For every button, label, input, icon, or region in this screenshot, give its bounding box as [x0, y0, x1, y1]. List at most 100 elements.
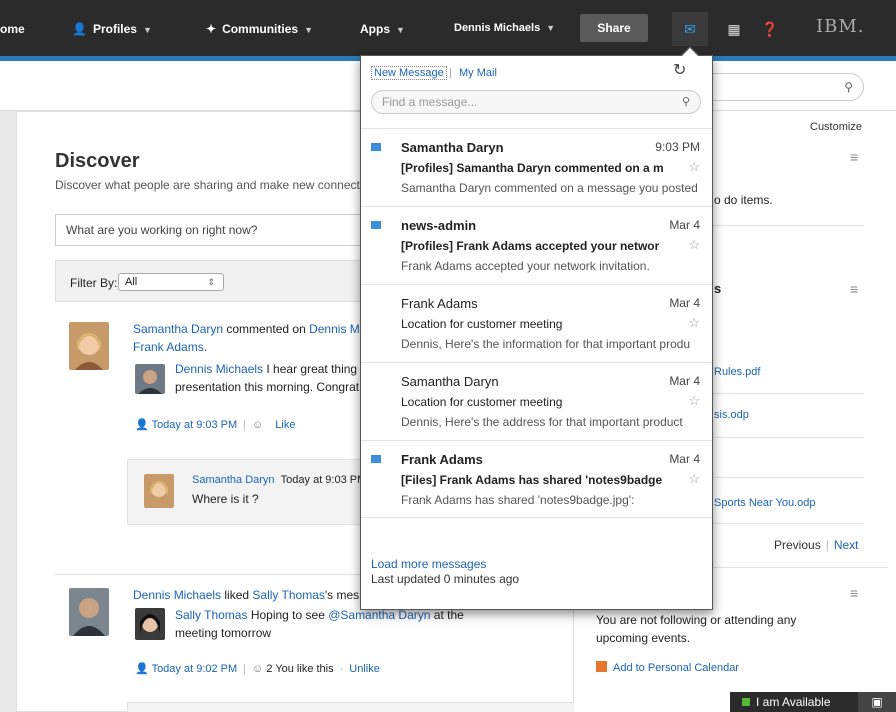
- star-icon[interactable]: ☆: [688, 237, 700, 253]
- global-search-input[interactable]: ⚲: [700, 73, 864, 101]
- filter-label: Filter By:: [70, 276, 118, 290]
- feed-target-link[interactable]: Dennis M: [309, 322, 360, 336]
- avatar-dennis-michaels[interactable]: [135, 364, 165, 394]
- nav-communities[interactable]: ✦ Communities ▼: [206, 22, 313, 36]
- unread-envelope-icon: [371, 221, 381, 229]
- mail-list-item[interactable]: Samantha Daryn 9:03 PM [Profiles] Samant…: [361, 128, 712, 206]
- nav-user-label: Dennis Michaels: [454, 22, 541, 34]
- quote-author-link[interactable]: Dennis Michaels: [175, 362, 263, 376]
- customize-link[interactable]: Customize: [810, 121, 862, 133]
- events-empty-text: You are not following or attending any: [596, 613, 797, 627]
- nav-apps-label: Apps: [360, 22, 390, 36]
- file-link[interactable]: sis.odp: [714, 409, 749, 421]
- avatar-samantha-daryn[interactable]: [144, 474, 174, 508]
- my-mail-link[interactable]: My Mail: [459, 67, 497, 79]
- apps-grid-icon[interactable]: ▦: [716, 12, 752, 46]
- mail-icon[interactable]: ✉: [672, 12, 708, 46]
- share-button[interactable]: Share: [580, 14, 648, 42]
- unlike-link[interactable]: Unlike: [349, 663, 380, 675]
- mail-list-item[interactable]: news-admin Mar 4 [Profiles] Frank Adams …: [361, 206, 712, 284]
- add-calendar-label: Add to Personal Calendar: [613, 662, 739, 674]
- nav-profiles[interactable]: 👤 Profiles ▼: [72, 22, 152, 36]
- feed-action-text: liked: [221, 588, 253, 602]
- star-icon[interactable]: ☆: [688, 159, 700, 175]
- mail-sender: Samantha Daryn: [401, 374, 499, 389]
- chat-status-bar[interactable]: I am Available ▣: [730, 692, 896, 712]
- feed-quote-line-1: Sally Thomas Hoping to see @Samantha Dar…: [175, 608, 464, 622]
- divider: |: [825, 538, 829, 552]
- mail-search-input[interactable]: Find a message... ⚲: [371, 90, 701, 114]
- refresh-icon[interactable]: ↻: [673, 60, 686, 80]
- add-calendar-link[interactable]: Add to Personal Calendar: [596, 661, 739, 674]
- nav-apps[interactable]: Apps ▼: [360, 22, 405, 36]
- quote-author-link[interactable]: Sally Thomas: [175, 608, 247, 622]
- load-more-link[interactable]: Load more messages: [371, 557, 486, 571]
- avatar-samantha-daryn[interactable]: [69, 322, 109, 370]
- feed-time-link[interactable]: Today at 9:03 PM: [152, 419, 238, 431]
- file-link[interactable]: Rules.pdf: [714, 366, 760, 378]
- feed-actor-link[interactable]: Dennis Michaels: [133, 588, 221, 602]
- file-divider: [694, 523, 864, 524]
- file-link[interactable]: Sports Near You.odp: [714, 497, 816, 509]
- mail-subject: [Files] Frank Adams has shared 'notes9ba…: [401, 473, 663, 487]
- mail-time: Mar 4: [669, 218, 700, 232]
- mail-list-item[interactable]: Frank Adams Mar 4 Location for customer …: [361, 284, 712, 362]
- new-message-link[interactable]: New Message: [371, 66, 447, 80]
- mail-preview: Dennis, Here's the address for that impo…: [401, 415, 683, 429]
- comment-header: Samantha Daryn Today at 9:03 PM: [192, 474, 366, 486]
- mail-popup: New Message | My Mail ↻ Find a message..…: [360, 46, 713, 610]
- rss-icon: [596, 661, 607, 672]
- mail-subject: Location for customer meeting: [401, 395, 563, 409]
- feed-item-headline-2: Frank Adams.: [133, 340, 207, 354]
- previous-link[interactable]: Previous: [774, 538, 821, 552]
- mention-link[interactable]: @Samantha Daryn: [328, 608, 430, 622]
- available-status-icon: [742, 698, 750, 706]
- feed-time-link[interactable]: Today at 9:02 PM: [152, 663, 238, 675]
- dot-separator: ·: [339, 663, 344, 675]
- comment-text: Where is it ?: [192, 492, 259, 506]
- filter-select[interactable]: All ⇕: [118, 273, 224, 291]
- mail-list-item[interactable]: Samantha Daryn Mar 4 Location for custom…: [361, 362, 712, 440]
- star-icon[interactable]: ☆: [688, 315, 700, 331]
- page-title: Discover: [55, 150, 140, 172]
- mail-list-item[interactable]: Frank Adams Mar 4 [Files] Frank Adams ha…: [361, 440, 712, 518]
- widget-menu-icon[interactable]: ≡: [850, 585, 858, 601]
- nav-user-menu[interactable]: Dennis Michaels ▼: [454, 22, 555, 34]
- file-divider: [694, 437, 864, 438]
- pagination: Previous | Next: [774, 538, 859, 552]
- mail-preview: Dennis, Here's the information for that …: [401, 337, 691, 351]
- help-icon[interactable]: ❓: [752, 12, 788, 46]
- mail-subject: [Profiles] Frank Adams accepted your net…: [401, 239, 660, 253]
- mail-time: Mar 4: [669, 452, 700, 466]
- comment-author-link[interactable]: Samantha Daryn: [192, 474, 275, 486]
- next-link[interactable]: Next: [834, 538, 859, 552]
- quote-text: Hoping to see: [247, 608, 329, 622]
- feed-target-link[interactable]: Sally Thomas: [252, 588, 324, 602]
- chat-bubble-icon[interactable]: ▣: [858, 692, 896, 712]
- person-icon: 👤: [135, 663, 149, 675]
- mail-time: Mar 4: [669, 374, 700, 388]
- nav-home[interactable]: ome: [0, 22, 25, 36]
- widget-menu-icon[interactable]: ≡: [850, 281, 858, 297]
- feed-quote-line-2: presentation this morning. Congrat: [175, 380, 360, 394]
- like-link[interactable]: Like: [275, 419, 295, 431]
- chevron-down-icon: ▼: [546, 23, 556, 33]
- communities-icon: ✦: [206, 22, 217, 36]
- feed-item-headline: Samantha Daryn commented on Dennis M: [133, 322, 360, 336]
- chat-status-label: I am Available: [756, 695, 831, 709]
- feed-target2-link[interactable]: Frank Adams.: [133, 340, 207, 354]
- feed-quote-line-1: Dennis Michaels I hear great thing: [175, 362, 357, 376]
- feed-meta: 👤 Today at 9:03 PM | ☺ Like: [135, 418, 295, 431]
- avatar-sally-thomas[interactable]: [135, 608, 165, 640]
- feed-actor-link[interactable]: Samantha Daryn: [133, 322, 223, 336]
- top-navigation: ome 👤 Profiles ▼ ✦ Communities ▼ Apps ▼ Denni…: [0, 0, 896, 61]
- feed-action-text: commented on: [223, 322, 310, 336]
- star-icon[interactable]: ☆: [688, 393, 700, 409]
- widget-menu-icon[interactable]: ≡: [850, 149, 858, 165]
- search-icon: ⚲: [844, 80, 853, 94]
- star-icon[interactable]: ☆: [688, 471, 700, 487]
- unread-envelope-icon: [371, 143, 381, 151]
- avatar-dennis-michaels[interactable]: [69, 588, 109, 636]
- mail-subject: Location for customer meeting: [401, 317, 563, 331]
- feed-target-suffix: 's mes: [324, 588, 360, 602]
